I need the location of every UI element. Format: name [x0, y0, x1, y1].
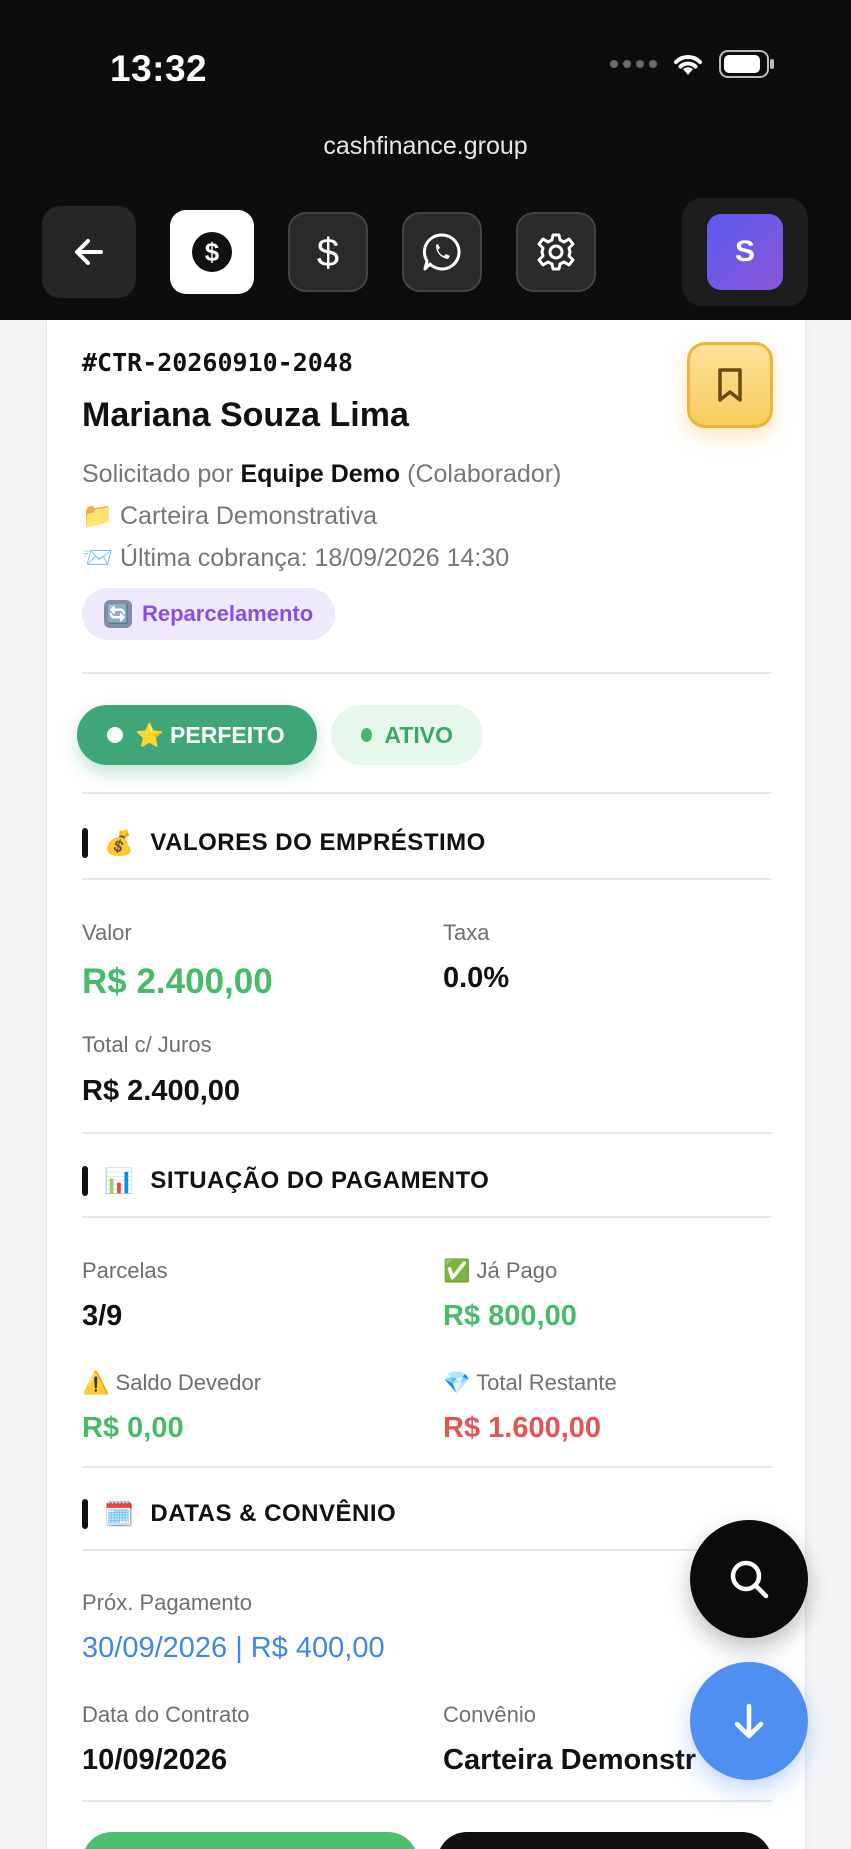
divider [82, 1800, 772, 1802]
data-contrato-label: Data do Contrato [82, 1702, 250, 1727]
primary-action-button[interactable] [82, 1832, 418, 1849]
taxa-label: Taxa [443, 920, 490, 945]
convenio-label: Convênio [443, 1702, 536, 1727]
requested-by: Solicitado por Equipe Demo (Colaborador) [82, 460, 561, 489]
total-label: Total c/ Juros [82, 1032, 212, 1057]
battery-icon [719, 50, 774, 78]
prox-pagamento-value: 30/09/2026 | R$ 400,00 [82, 1632, 385, 1664]
search-fab[interactable] [690, 1520, 808, 1638]
data-contrato-value: 10/09/2026 [82, 1744, 228, 1776]
status-badge-perfeito: ⭐ PERFEITO [77, 705, 317, 765]
portfolio: 📁 Carteira Demonstrativa [82, 502, 377, 531]
svg-text:$: $ [205, 237, 220, 267]
total-value: R$ 2.400,00 [82, 1075, 241, 1107]
section-title-text: DATAS & CONVÊNIO [150, 1500, 397, 1527]
envelope-icon: 📨 [82, 544, 114, 572]
status-dot [361, 728, 373, 742]
ja-pago-text: Já Pago [476, 1258, 558, 1283]
tag-label: Reparcelamento [142, 601, 314, 626]
divider [82, 1132, 772, 1134]
scroll-down-fab[interactable] [690, 1662, 808, 1780]
status-icons [610, 50, 775, 78]
section-title-valores: 💰 VALORES DO EMPRÉSTIMO [82, 828, 486, 858]
valor-label: Valor [82, 920, 132, 945]
parcelas-value: 3/9 [82, 1300, 123, 1332]
bookmark-icon [718, 368, 742, 402]
profile-button[interactable]: S [682, 198, 808, 306]
ja-pago-value: R$ 800,00 [443, 1300, 577, 1332]
loans-button[interactable]: $ [170, 210, 254, 294]
ativo-label: ATIVO [384, 721, 453, 748]
valor-value: R$ 2.400,00 [82, 962, 273, 1001]
wifi-icon [674, 55, 702, 75]
arrow-down-icon [734, 1703, 764, 1739]
bar-chart-icon: 📊 [104, 1167, 135, 1195]
back-arrow-icon [75, 239, 103, 265]
total-restante-value: R$ 1.600,00 [443, 1412, 602, 1444]
status-dot [107, 727, 123, 743]
avatar: S [707, 214, 783, 290]
last-charge-text: Última cobrança: 18/09/2026 14:30 [120, 544, 510, 572]
requested-by-name: Equipe Demo [240, 460, 401, 488]
section-bar [82, 828, 88, 858]
saldo-devedor-value: R$ 0,00 [82, 1412, 184, 1444]
browser-url[interactable]: cashfinance.group [0, 132, 851, 161]
contract-card: #CTR-20260910-2048 Mariana Souza Lima So… [46, 320, 806, 1849]
reparcelamento-tag: 🔄 Reparcelamento [82, 588, 336, 640]
parcelas-label: Parcelas [82, 1258, 168, 1283]
convenio-value: Carteira Demonstr [443, 1744, 697, 1776]
total-restante-label: 💎 Total Restante [443, 1370, 617, 1396]
section-title-datas: 🗓️ DATAS & CONVÊNIO [82, 1499, 396, 1529]
warning-icon: ⚠️ [82, 1370, 110, 1395]
secondary-action-button[interactable] [437, 1832, 772, 1849]
requested-role: (Colaborador) [407, 460, 562, 488]
divider [82, 1549, 772, 1551]
divider [82, 1466, 772, 1468]
dollar-icon: $ [317, 231, 339, 274]
payments-button[interactable]: $ [288, 212, 368, 292]
section-bar [82, 1166, 88, 1196]
section-title-text: SITUAÇÃO DO PAGAMENTO [150, 1167, 490, 1194]
client-name: Mariana Souza Lima [82, 396, 409, 434]
gem-icon: 💎 [443, 1370, 471, 1395]
dollar-circle-icon: $ [192, 232, 232, 272]
search-icon [730, 1560, 769, 1599]
section-bar [82, 1499, 88, 1529]
prox-pagamento-label: Próx. Pagamento [82, 1590, 252, 1615]
ja-pago-label: ✅ Já Pago [443, 1258, 557, 1284]
status-badge-ativo: ATIVO [331, 705, 483, 765]
folder-icon: 📁 [82, 502, 114, 530]
signal-icon [610, 60, 657, 68]
settings-button[interactable] [516, 212, 596, 292]
check-icon: ✅ [443, 1258, 471, 1283]
saldo-devedor-text: Saldo Devedor [115, 1370, 262, 1395]
calendar-icon: 🗓️ [104, 1500, 135, 1528]
section-title-situacao: 📊 SITUAÇÃO DO PAGAMENTO [82, 1166, 489, 1196]
back-button[interactable] [42, 206, 136, 298]
divider [82, 1216, 772, 1218]
portfolio-name: Carteira Demonstrativa [120, 502, 378, 530]
saldo-devedor-label: ⚠️ Saldo Devedor [82, 1370, 261, 1396]
money-bag-icon: 💰 [104, 829, 135, 857]
last-charge: 📨 Última cobrança: 18/09/2026 14:30 [82, 544, 509, 573]
status-time: 13:32 [110, 48, 208, 89]
top-bar: 13:32 cashfinance.group $ $ S [0, 0, 851, 320]
contract-id: #CTR-20260910-2048 [82, 348, 353, 377]
divider [82, 878, 772, 880]
refresh-icon: 🔄 [104, 600, 132, 628]
divider [82, 672, 772, 674]
divider [82, 792, 772, 794]
requested-prefix: Solicitado por [82, 460, 234, 488]
taxa-value: 0.0% [443, 962, 510, 994]
perfeito-label: ⭐ PERFEITO [135, 721, 285, 748]
whatsapp-icon [422, 233, 461, 271]
total-restante-text: Total Restante [476, 1370, 617, 1395]
section-title-text: VALORES DO EMPRÉSTIMO [150, 829, 486, 856]
svg-text:$: $ [317, 231, 339, 274]
gear-icon [537, 233, 575, 271]
whatsapp-button[interactable] [402, 212, 482, 292]
bookmark-button[interactable] [687, 342, 773, 428]
